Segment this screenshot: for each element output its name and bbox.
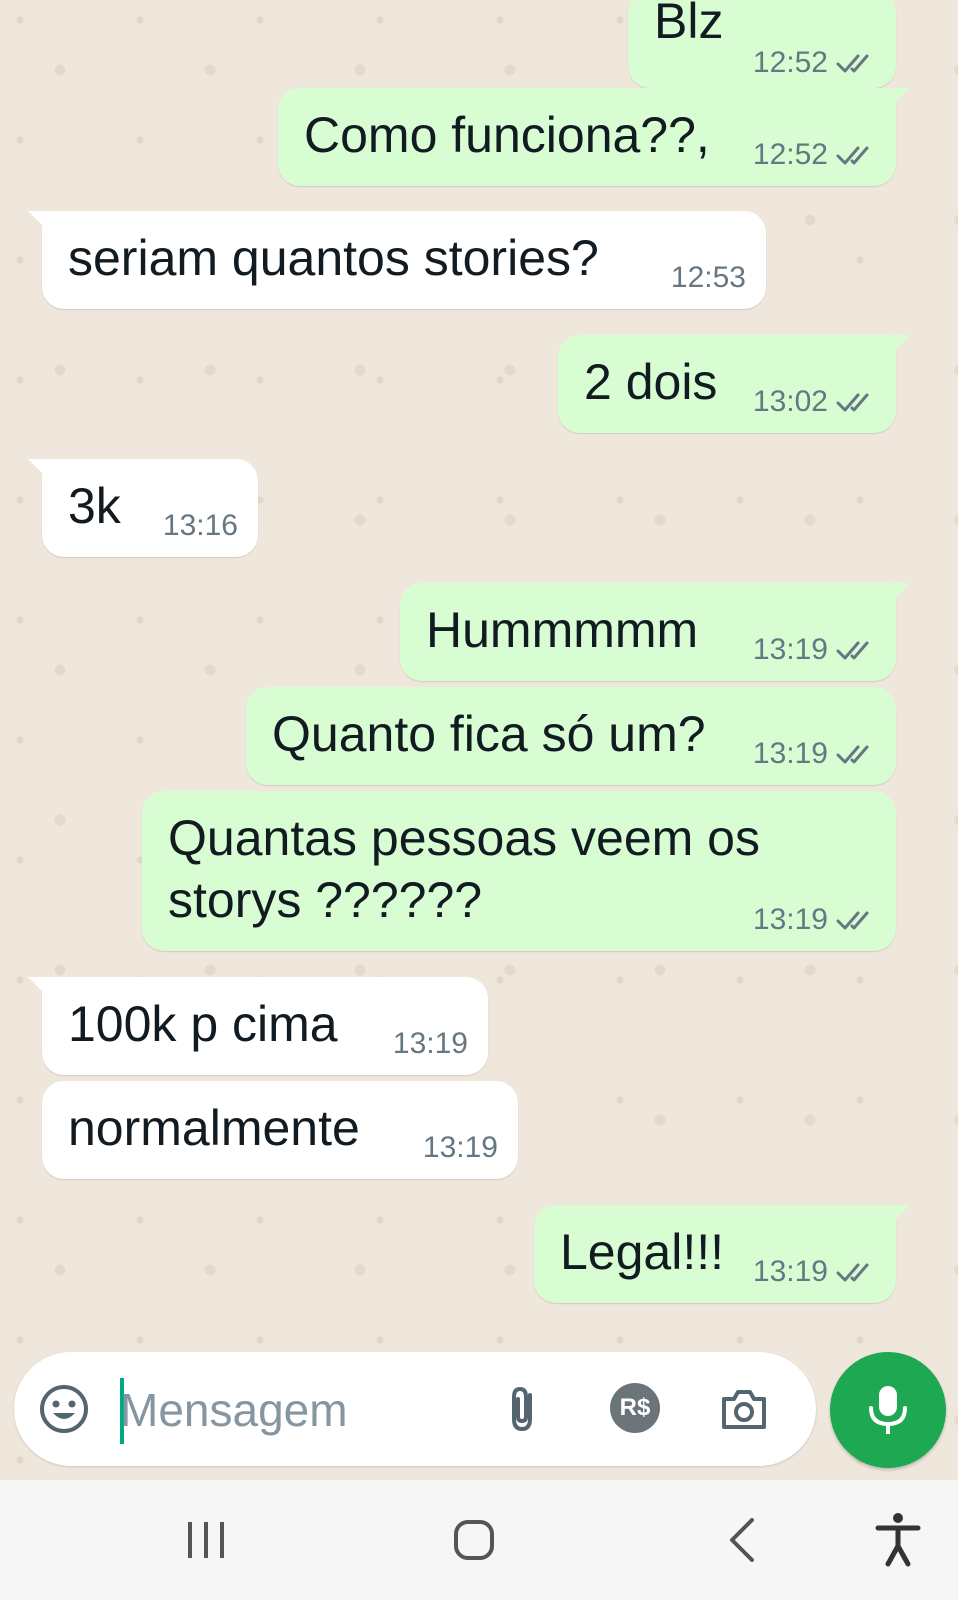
read-ticks-icon [836, 146, 869, 165]
recent-apps-icon[interactable] [166, 1500, 246, 1580]
message-text: Quantas pessoas veem os storys ?????? [168, 810, 760, 928]
message-input[interactable] [118, 1376, 492, 1444]
read-ticks-icon [836, 641, 869, 660]
message-text: Blz [654, 0, 724, 49]
message-time: 13:19 [752, 1255, 828, 1288]
message-meta: 13:19 [753, 737, 876, 771]
message-bubble-outgoing[interactable]: Legal!!! 13:19 [534, 1205, 910, 1303]
emoji-icon[interactable] [38, 1383, 90, 1435]
payment-icon[interactable]: R$ [610, 1383, 660, 1433]
message-text: normalmente [68, 1100, 360, 1156]
message-time: 13:19 [752, 737, 828, 770]
message-bubble-outgoing[interactable]: Como funciona??, 12:52 [278, 88, 910, 186]
message-meta: 13:19 [423, 1131, 498, 1165]
message-text: 100k p cima [68, 996, 338, 1052]
message-bubble-incoming[interactable]: normalmente 13:19 [42, 1081, 518, 1179]
message-time: 13:19 [752, 903, 828, 936]
message-time: 13:19 [392, 1027, 468, 1060]
message-text: Quanto fica só um? [272, 706, 706, 762]
accessibility-icon[interactable] [858, 1500, 938, 1580]
message-bubble-outgoing[interactable]: 2 dois 13:02 [558, 335, 910, 433]
read-ticks-icon [836, 745, 869, 764]
message-meta: 13:19 [753, 1255, 876, 1289]
message-meta: 13:19 [753, 903, 876, 937]
message-text: 2 dois [584, 354, 718, 410]
message-meta: 13:02 [753, 385, 876, 419]
microphone-icon [869, 1386, 907, 1434]
message-time: 12:52 [752, 46, 828, 79]
message-text: Legal!!! [560, 1224, 725, 1280]
home-icon[interactable] [434, 1500, 514, 1580]
chat-area[interactable]: Blz 12:52 Como funciona??, 12:52 seriam … [0, 0, 958, 1480]
read-ticks-icon [836, 1263, 869, 1282]
read-ticks-icon [836, 911, 869, 930]
attach-icon[interactable] [498, 1383, 550, 1435]
message-text: seriam quantos stories? [68, 230, 599, 286]
system-navigation-bar [0, 1480, 958, 1600]
message-time: 13:19 [422, 1131, 498, 1164]
message-bubble-outgoing[interactable]: Hummmmm 13:19 [400, 583, 910, 681]
message-meta: 13:19 [753, 633, 876, 667]
message-bubble-outgoing[interactable]: Quantas pessoas veem os storys ?????? 13… [142, 791, 896, 951]
message-time: 12:53 [670, 261, 746, 294]
message-meta: 13:16 [163, 509, 238, 543]
message-meta: 13:19 [393, 1027, 468, 1061]
voice-message-button[interactable] [830, 1352, 946, 1468]
read-ticks-icon [836, 54, 869, 73]
message-meta: 12:52 [753, 46, 876, 80]
read-ticks-icon [836, 393, 869, 412]
camera-icon[interactable] [718, 1383, 770, 1435]
message-bubble-outgoing[interactable]: Blz 12:52 [628, 0, 896, 88]
message-time: 12:52 [752, 138, 828, 171]
message-time: 13:02 [752, 385, 828, 418]
message-text: Como funciona??, [304, 107, 710, 163]
message-bubble-incoming[interactable]: 3k 13:16 [28, 459, 258, 557]
message-time: 13:16 [162, 509, 238, 542]
back-icon[interactable] [702, 1500, 782, 1580]
message-bubble-incoming[interactable]: 100k p cima 13:19 [28, 977, 488, 1075]
message-text: Hummmmm [426, 602, 699, 658]
message-bubble-incoming[interactable]: seriam quantos stories? 12:53 [28, 211, 766, 309]
message-time: 13:19 [752, 633, 828, 666]
message-composer: R$ [14, 1352, 816, 1466]
message-meta: 12:53 [671, 261, 746, 295]
message-bubble-outgoing[interactable]: Quanto fica só um? 13:19 [246, 687, 896, 785]
message-text: 3k [68, 478, 121, 534]
message-meta: 12:52 [753, 138, 876, 172]
